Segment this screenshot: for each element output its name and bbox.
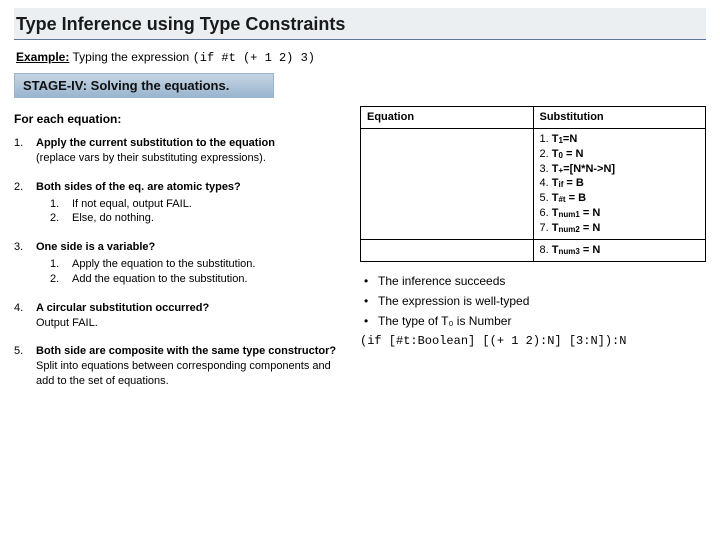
step-tail: (replace vars by their substituting expr… xyxy=(36,152,266,164)
step-body: Both sides of the eq. are atomic types? 1… xyxy=(36,180,342,227)
substep-number: 2. xyxy=(50,272,72,287)
step-item: 1.Apply the current substitution to the … xyxy=(14,136,342,166)
step-lead: Apply the current substitution to the eq… xyxy=(36,137,275,149)
step-number: 4. xyxy=(14,301,36,331)
substitution-entry: 7. Tnum2 = N xyxy=(540,221,700,236)
substitution-entry: 4. Tif = B xyxy=(540,176,700,191)
example-label: Example: xyxy=(16,50,69,64)
step-number: 1. xyxy=(14,136,36,166)
substep-item: 1.If not equal, output FAIL. xyxy=(50,197,342,212)
example-code: (if #t (+ 1 2) 3) xyxy=(193,51,315,65)
substep-item: 1.Apply the equation to the substitution… xyxy=(50,257,342,272)
substitution-entry: 2. T0 = N xyxy=(540,147,700,162)
step-number: 2. xyxy=(14,180,36,227)
substitution-entry: 1. T1=N xyxy=(540,132,700,147)
table-row: 8. Tnum3 = N xyxy=(361,239,706,261)
conclusion-list: The inference succeeds The expression is … xyxy=(360,274,706,328)
step-lead: Both sides of the eq. are atomic types? xyxy=(36,181,241,193)
equation-table: Equation Substitution 1. T1=N2. T0 = N3.… xyxy=(360,106,706,262)
cell-substitution: 1. T1=N2. T0 = N3. T+=[N*N->N]4. Tif = B… xyxy=(533,128,706,239)
substep-text: If not equal, output FAIL. xyxy=(72,197,192,212)
example-text: Typing the expression xyxy=(72,50,192,64)
step-body: A circular substitution occurred? Output … xyxy=(36,301,342,331)
step-body: Both side are composite with the same ty… xyxy=(36,344,342,389)
foreach-heading: For each equation: xyxy=(14,112,342,126)
substep-text: Apply the equation to the substitution. xyxy=(72,257,255,272)
th-equation: Equation xyxy=(361,107,534,129)
cell-substitution: 8. Tnum3 = N xyxy=(533,239,706,261)
slide-title: Type Inference using Type Constraints xyxy=(16,14,704,35)
substitution-entry: 6. Tnum1 = N xyxy=(540,206,700,221)
typed-expression: (if [#t:Boolean] [(+ 1 2):N] [3:N]):N xyxy=(360,334,706,348)
substep-item: 2.Else, do nothing. xyxy=(50,211,342,226)
step-lead: A circular substitution occurred? xyxy=(36,302,209,314)
substitution-entry: 3. T+=[N*N->N] xyxy=(540,162,700,177)
results-column: Equation Substitution 1. T1=N2. T0 = N3.… xyxy=(360,106,706,403)
step-item: 2.Both sides of the eq. are atomic types… xyxy=(14,180,342,227)
step-number: 3. xyxy=(14,240,36,287)
substep-text: Else, do nothing. xyxy=(72,211,154,226)
cell-equation xyxy=(361,128,534,239)
title-bar: Type Inference using Type Constraints xyxy=(14,8,706,40)
conclusion-item: The expression is well-typed xyxy=(360,294,706,308)
step-tail: Output FAIL. xyxy=(36,317,98,329)
stage-badge: STAGE-IV: Solving the equations. xyxy=(14,73,274,98)
example-line: Example: Typing the expression (if #t (+… xyxy=(16,50,704,65)
substitution-entry: 5. T#t = B xyxy=(540,191,700,206)
substep-item: 2.Add the equation to the substitution. xyxy=(50,272,342,287)
substep-text: Add the equation to the substitution. xyxy=(72,272,248,287)
th-substitution: Substitution xyxy=(533,107,706,129)
step-item: 5.Both side are composite with the same … xyxy=(14,344,342,389)
substep-number: 1. xyxy=(50,197,72,212)
step-lead: One side is a variable? xyxy=(36,241,155,253)
conclusion-item: The type of T₀ is Number xyxy=(360,314,706,328)
two-column-layout: For each equation: 1.Apply the current s… xyxy=(14,106,706,403)
step-item: 4.A circular substitution occurred? Outpu… xyxy=(14,301,342,331)
step-number: 5. xyxy=(14,344,36,389)
step-tail: Split into equations between correspondi… xyxy=(36,360,331,387)
table-row: 1. T1=N2. T0 = N3. T+=[N*N->N]4. Tif = B… xyxy=(361,128,706,239)
step-body: Apply the current substitution to the eq… xyxy=(36,136,342,166)
slide: Type Inference using Type Constraints Ex… xyxy=(0,0,720,540)
step-item: 3.One side is a variable? 1.Apply the equ… xyxy=(14,240,342,287)
substeps-list: 1.Apply the equation to the substitution… xyxy=(50,257,342,287)
step-lead: Both side are composite with the same ty… xyxy=(36,345,336,357)
cell-equation xyxy=(361,239,534,261)
conclusion-item: The inference succeeds xyxy=(360,274,706,288)
substitution-entry: 8. Tnum3 = N xyxy=(540,243,700,258)
substep-number: 2. xyxy=(50,211,72,226)
steps-list: 1.Apply the current substitution to the … xyxy=(14,136,342,389)
algorithm-column: For each equation: 1.Apply the current s… xyxy=(14,106,342,403)
substep-number: 1. xyxy=(50,257,72,272)
substeps-list: 1.If not equal, output FAIL.2.Else, do n… xyxy=(50,197,342,227)
step-body: One side is a variable? 1.Apply the equat… xyxy=(36,240,342,287)
